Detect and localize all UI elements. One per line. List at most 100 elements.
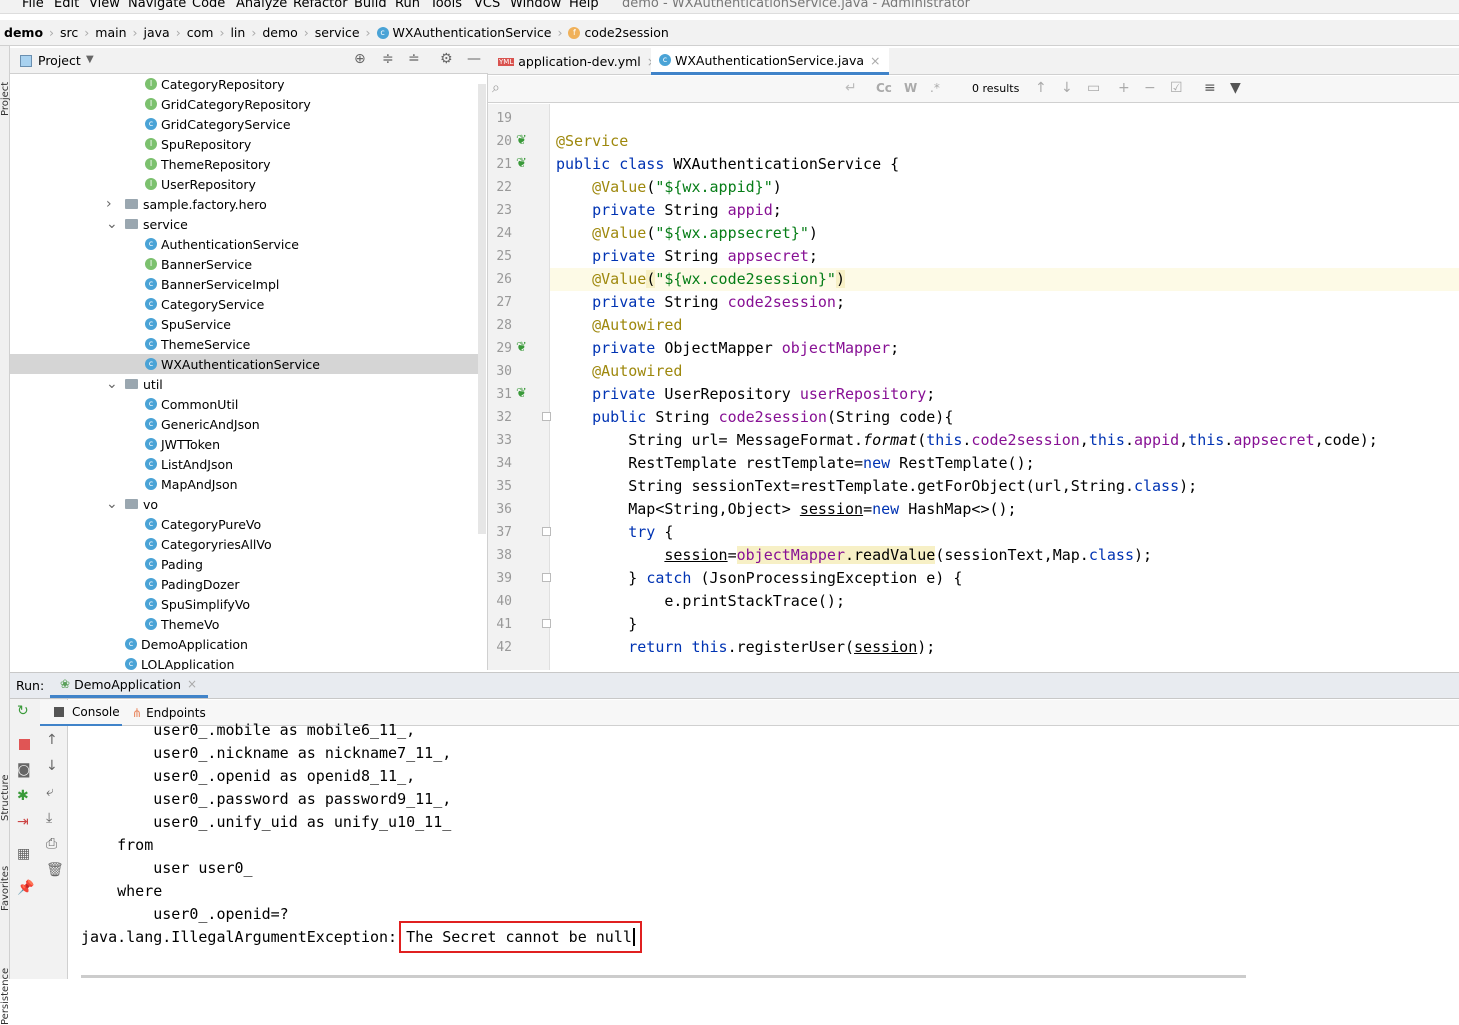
minimize-icon[interactable]: —	[467, 51, 481, 67]
structure-tool-window-label[interactable]: Structure	[0, 731, 10, 821]
chevron-down-icon[interactable]: ▼	[86, 54, 94, 65]
tree-item[interactable]: c CategoryriesAllVo	[10, 534, 478, 554]
tree-item[interactable]: c MapAndJson	[10, 474, 478, 494]
menu-file[interactable]: File	[22, 0, 44, 11]
menu-run[interactable]: Run	[395, 0, 420, 11]
tree-item[interactable]: ⌄ service	[10, 214, 478, 234]
trash-icon[interactable]: 🗑	[46, 862, 64, 878]
arrow-down-icon[interactable]: ↓	[1061, 80, 1073, 96]
breadcrumb-item[interactable]: main	[91, 25, 130, 40]
menu-window[interactable]: Window	[510, 0, 561, 11]
locate-icon[interactable]: ⊕	[354, 51, 366, 67]
pin-icon[interactable]: 📌	[17, 880, 34, 896]
spring-bean-icon[interactable]: ❦	[516, 386, 527, 401]
tree-item[interactable]: I UserRepository	[10, 174, 478, 194]
run-config-tab[interactable]: ❀ DemoApplication ×	[50, 673, 208, 698]
console-output[interactable]: user0_.mobile as mobile6_11_, user0_.nic…	[68, 721, 1459, 979]
close-icon[interactable]: ×	[187, 677, 197, 691]
spring-bean-icon[interactable]: ❦	[516, 156, 527, 171]
match-case-toggle[interactable]: Cc	[876, 81, 892, 95]
tree-item[interactable]: c CommonUtil	[10, 394, 478, 414]
tree-item[interactable]: c ListAndJson	[10, 454, 478, 474]
tree-item[interactable]: c WXAuthenticationService	[10, 354, 478, 374]
tab-wxauthenticationservice-java[interactable]: c WXAuthenticationService.java ×	[651, 48, 889, 75]
menu-build[interactable]: Build	[354, 0, 387, 11]
breadcrumb-item[interactable]: service	[311, 25, 364, 40]
remove-selection-icon[interactable]: −	[1144, 80, 1156, 96]
chevron-down-icon[interactable]: ⌄	[106, 496, 118, 512]
chevron-down-icon[interactable]: ⌄	[106, 216, 118, 232]
project-view-selector[interactable]: Project	[38, 53, 81, 68]
exit-icon[interactable]: ⇥	[17, 814, 29, 830]
breadcrumb-item[interactable]: c WXAuthenticationService	[373, 25, 556, 40]
tree-item[interactable]: c CategoryService	[10, 294, 478, 314]
print-icon[interactable]: ⎙	[46, 836, 57, 852]
menu-vcs[interactable]: VCS	[474, 0, 500, 11]
tree-item[interactable]: I SpuRepository	[10, 134, 478, 154]
select-all-occurrences-icon[interactable]: ▭	[1087, 80, 1100, 96]
breadcrumb-item[interactable]: lin	[226, 25, 249, 40]
code-editor[interactable]: @Service public class WXAuthenticationSer…	[550, 104, 1459, 670]
tree-item[interactable]: c SpuService	[10, 314, 478, 334]
tree-item[interactable]: c LOLApplication	[10, 654, 478, 670]
stop-icon[interactable]	[19, 739, 30, 750]
favorites-tool-window-label[interactable]: Favorites	[0, 821, 10, 911]
tree-item[interactable]: c ThemeVo	[10, 614, 478, 634]
add-selection-icon[interactable]: +	[1118, 80, 1130, 96]
breadcrumb-item[interactable]: demo	[258, 25, 301, 40]
chevron-down-icon[interactable]: ⌄	[106, 376, 118, 392]
whole-words-toggle[interactable]: W	[904, 81, 917, 95]
persistence-tool-window-label[interactable]: Persistence	[0, 926, 10, 1025]
tree-item[interactable]: c BannerServiceImpl	[10, 274, 478, 294]
tree-item[interactable]: ⌄ vo	[10, 494, 478, 514]
tree-item[interactable]: ⌄ util	[10, 374, 478, 394]
spring-bean-icon[interactable]: ❦	[516, 340, 527, 355]
menu-refactor[interactable]: Refactor	[293, 0, 348, 11]
gear-icon[interactable]: ⚙	[440, 51, 453, 67]
tree-item[interactable]: I GridCategoryRepository	[10, 94, 478, 114]
tree-item[interactable]: I ThemeRepository	[10, 154, 478, 174]
project-tool-window-label[interactable]: Project	[0, 56, 11, 116]
filter-icon[interactable]: ▼	[1230, 80, 1241, 96]
breadcrumb-item[interactable]: f code2session	[564, 25, 672, 40]
scroll-down-icon[interactable]: ↓	[46, 758, 58, 774]
arrow-up-icon[interactable]: ↑	[1035, 80, 1047, 96]
scroll-to-end-icon[interactable]: ⤓	[46, 810, 52, 826]
collapse-all-icon[interactable]: ≐	[408, 51, 420, 67]
search-icon[interactable]: ⌕	[492, 80, 500, 96]
camera-icon[interactable]: ◙	[17, 762, 31, 778]
menu-code[interactable]: Code	[192, 0, 225, 11]
menu-analyze[interactable]: Analyze	[236, 0, 287, 11]
new-line-icon[interactable]: ↵	[845, 80, 857, 96]
tree-item[interactable]: c PadingDozer	[10, 574, 478, 594]
debug-icon[interactable]: ✱	[17, 788, 29, 804]
regex-toggle[interactable]: .*	[930, 81, 940, 95]
menu-view[interactable]: View	[89, 0, 120, 11]
tab-application-dev-yml[interactable]: YML application-dev.yml×	[490, 48, 665, 75]
tree-item[interactable]: c JWTToken	[10, 434, 478, 454]
tree-item[interactable]: c ThemeService	[10, 334, 478, 354]
tree-item[interactable]: I BannerService	[10, 254, 478, 274]
soft-wrap-icon[interactable]: ⤶	[46, 784, 54, 800]
chevron-right-icon[interactable]: ›	[106, 196, 112, 212]
tree-item[interactable]: c GridCategoryService	[10, 114, 478, 134]
menu-navigate[interactable]: Navigate	[128, 0, 186, 11]
breadcrumb-item[interactable]: com	[183, 25, 218, 40]
expand-all-icon[interactable]: ≑	[382, 51, 394, 67]
breadcrumb-item[interactable]: java	[140, 25, 174, 40]
toggle-selection-icon[interactable]: ☑	[1170, 80, 1183, 96]
tree-item[interactable]: c Pading	[10, 554, 478, 574]
tree-item[interactable]: › sample.factory.hero	[10, 194, 478, 214]
close-icon[interactable]: ×	[870, 53, 880, 68]
scroll-up-icon[interactable]: ↑	[46, 732, 58, 748]
tree-item[interactable]: c AuthenticationService	[10, 234, 478, 254]
layout-icon[interactable]: ▦	[17, 846, 30, 862]
menu-tools[interactable]: Tools	[430, 0, 462, 11]
console-horizontal-scrollbar[interactable]	[81, 975, 1246, 978]
spring-bean-icon[interactable]: ❦	[516, 133, 527, 148]
breadcrumb-item[interactable]: src	[56, 25, 82, 40]
tree-item[interactable]: c SpuSimplifyVo	[10, 594, 478, 614]
tree-item[interactable]: c GenericAndJson	[10, 414, 478, 434]
menu-help[interactable]: Help	[569, 0, 599, 11]
filter-options-icon[interactable]: ≡	[1204, 80, 1216, 96]
